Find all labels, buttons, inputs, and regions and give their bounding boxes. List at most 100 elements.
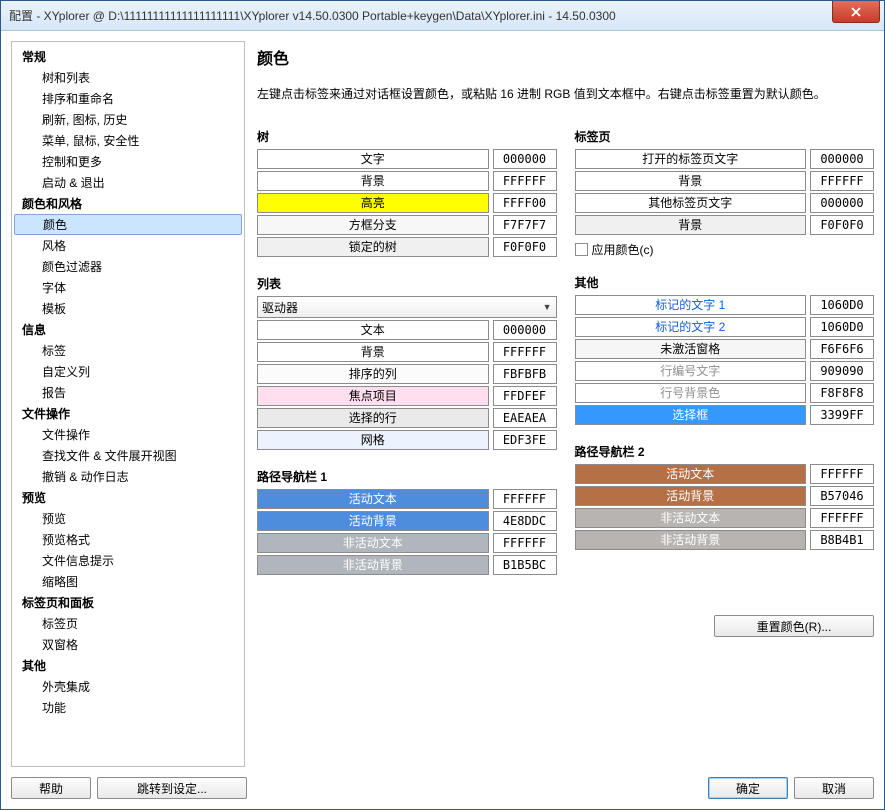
tree-item[interactable]: 启动 & 退出 [14,172,242,193]
color-hex-input[interactable]: F0F0F0 [493,237,557,257]
tree-group[interactable]: 信息 [14,319,242,340]
tree-group[interactable]: 文件操作 [14,403,242,424]
tree-item[interactable]: 树和列表 [14,67,242,88]
color-label[interactable]: 行编号文字 [575,361,807,381]
color-label[interactable]: 排序的列 [257,364,489,384]
color-label[interactable]: 打开的标签页文字 [575,149,807,169]
color-hex-input[interactable]: 4E8DDC [493,511,557,531]
category-tree[interactable]: 常规树和列表排序和重命名刷新, 图标, 历史菜单, 鼠标, 安全性控制和更多启动… [11,41,245,767]
tree-item[interactable]: 功能 [14,697,242,718]
color-label[interactable]: 背景 [575,215,807,235]
color-hex-input[interactable]: 1060D0 [810,317,874,337]
color-label[interactable]: 非活动背景 [575,530,807,550]
color-hex-input[interactable]: FFFFFF [810,171,874,191]
color-label[interactable]: 选择框 [575,405,807,425]
color-hex-input[interactable]: FFFFFF [810,464,874,484]
color-label[interactable]: 背景 [575,171,807,191]
color-hex-input[interactable]: FFFFFF [493,171,557,191]
color-label[interactable]: 文本 [257,320,489,340]
color-label[interactable]: 背景 [257,171,489,191]
color-hex-input[interactable]: 000000 [493,320,557,340]
cancel-button[interactable]: 取消 [794,777,874,799]
tree-item[interactable]: 文件操作 [14,424,242,445]
color-hex-input[interactable]: EDF3FE [493,430,557,450]
ok-button[interactable]: 确定 [708,777,788,799]
page-title: 颜色 [257,45,874,69]
tree-item[interactable]: 双窗格 [14,634,242,655]
color-label[interactable]: 标记的文字 2 [575,317,807,337]
tree-item[interactable]: 颜色过滤器 [14,256,242,277]
color-hex-input[interactable]: FFFFFF [493,533,557,553]
color-hex-input[interactable]: FFFFFF [493,489,557,509]
color-hex-input[interactable]: 000000 [810,193,874,213]
color-hex-input[interactable]: EAEAEA [493,408,557,428]
color-hex-input[interactable]: 909090 [810,361,874,381]
tree-item[interactable]: 标签 [14,340,242,361]
tree-item[interactable]: 标签页 [14,613,242,634]
color-hex-input[interactable]: F8F8F8 [810,383,874,403]
color-hex-input[interactable]: F0F0F0 [810,215,874,235]
color-label[interactable]: 背景 [257,342,489,362]
color-hex-input[interactable]: B57046 [810,486,874,506]
tree-item[interactable]: 预览 [14,508,242,529]
color-label[interactable]: 非活动文本 [575,508,807,528]
tree-item[interactable]: 模板 [14,298,242,319]
color-hex-input[interactable]: FFFF00 [493,193,557,213]
color-label[interactable]: 活动文本 [575,464,807,484]
tree-item[interactable]: 风格 [14,235,242,256]
color-label[interactable]: 焦点项目 [257,386,489,406]
color-label[interactable]: 非活动文本 [257,533,489,553]
tree-item[interactable]: 撤销 & 动作日志 [14,466,242,487]
tree-group[interactable]: 常规 [14,46,242,67]
color-hex-input[interactable]: 000000 [810,149,874,169]
color-label[interactable]: 活动背景 [257,511,489,531]
tree-item[interactable]: 字体 [14,277,242,298]
close-button[interactable] [832,1,880,23]
color-label[interactable]: 选择的行 [257,408,489,428]
color-hex-input[interactable]: F7F7F7 [493,215,557,235]
tree-item[interactable]: 自定义列 [14,361,242,382]
color-hex-input[interactable]: FFFFFF [810,508,874,528]
color-label[interactable]: 标记的文字 1 [575,295,807,315]
color-label[interactable]: 锁定的树 [257,237,489,257]
color-label[interactable]: 文字 [257,149,489,169]
tree-item[interactable]: 菜单, 鼠标, 安全性 [14,130,242,151]
apply-colors-checkbox[interactable] [575,243,588,256]
jump-button[interactable]: 跳转到设定... [97,777,247,799]
color-hex-input[interactable]: F6F6F6 [810,339,874,359]
color-hex-input[interactable]: FBFBFB [493,364,557,384]
tree-group[interactable]: 其他 [14,655,242,676]
help-button[interactable]: 帮助 [11,777,91,799]
color-label[interactable]: 活动文本 [257,489,489,509]
tree-item[interactable]: 刷新, 图标, 历史 [14,109,242,130]
color-label[interactable]: 网格 [257,430,489,450]
color-hex-input[interactable]: FFFFFF [493,342,557,362]
color-label[interactable]: 行号背景色 [575,383,807,403]
color-label[interactable]: 活动背景 [575,486,807,506]
tree-group[interactable]: 标签页和面板 [14,592,242,613]
tree-item[interactable]: 排序和重命名 [14,88,242,109]
color-label[interactable]: 未激活窗格 [575,339,807,359]
color-hex-input[interactable]: B1B5BC [493,555,557,575]
color-label[interactable]: 其他标签页文字 [575,193,807,213]
tree-item[interactable]: 预览格式 [14,529,242,550]
tree-item[interactable]: 文件信息提示 [14,550,242,571]
tree-group[interactable]: 颜色和风格 [14,193,242,214]
color-hex-input[interactable]: FFDFEF [493,386,557,406]
list-scope-dropdown[interactable]: 驱动器▼ [257,296,557,318]
color-hex-input[interactable]: 3399FF [810,405,874,425]
color-hex-input[interactable]: B8B4B1 [810,530,874,550]
tree-item[interactable]: 外壳集成 [14,676,242,697]
color-label[interactable]: 方框分支 [257,215,489,235]
tree-item[interactable]: 颜色 [14,214,242,235]
reset-colors-button[interactable]: 重置颜色(R)... [714,615,874,637]
tree-item[interactable]: 控制和更多 [14,151,242,172]
color-label[interactable]: 非活动背景 [257,555,489,575]
color-label[interactable]: 高亮 [257,193,489,213]
tree-group[interactable]: 预览 [14,487,242,508]
tree-item[interactable]: 查找文件 & 文件展开视图 [14,445,242,466]
tree-item[interactable]: 缩略图 [14,571,242,592]
color-hex-input[interactable]: 000000 [493,149,557,169]
tree-item[interactable]: 报告 [14,382,242,403]
color-hex-input[interactable]: 1060D0 [810,295,874,315]
